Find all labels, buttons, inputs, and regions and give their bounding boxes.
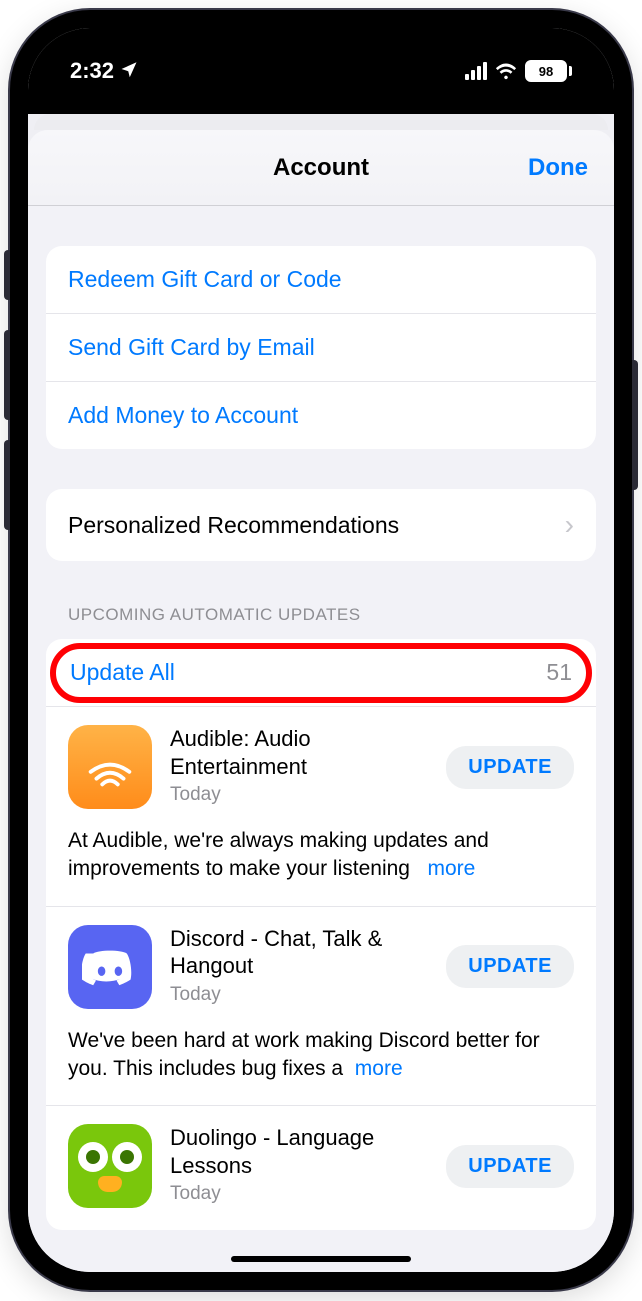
battery-percent: 98 (525, 60, 567, 82)
more-link[interactable]: more (428, 857, 476, 880)
update-all-row[interactable]: Update All 51 (46, 639, 596, 707)
update-button[interactable]: UPDATE (446, 746, 574, 789)
redeem-gift-card-row[interactable]: Redeem Gift Card or Code (46, 246, 596, 314)
iphone-frame: 2:32 98 Account Done (10, 10, 632, 1290)
more-link[interactable]: more (355, 1057, 403, 1080)
screen: 2:32 98 Account Done (28, 28, 614, 1272)
dynamic-island (241, 48, 401, 96)
battery-icon: 98 (525, 60, 572, 82)
update-all-label: Update All (70, 659, 175, 686)
app-row-duolingo: Duolingo - Language Lessons Today UPDATE (46, 1106, 596, 1230)
update-all-count: 51 (546, 659, 572, 686)
app-name: Duolingo - Language Lessons (170, 1124, 428, 1179)
page-title: Account (273, 154, 369, 182)
app-description: At Audible, we're always making updates … (68, 827, 574, 884)
chevron-right-icon: › (565, 509, 574, 541)
app-row-audible: Audible: Audio Entertainment Today UPDAT… (46, 707, 596, 907)
gift-card-section: Redeem Gift Card or Code Send Gift Card … (46, 246, 596, 449)
update-button[interactable]: UPDATE (446, 1145, 574, 1188)
redeem-label: Redeem Gift Card or Code (68, 266, 342, 293)
background-sheet-peek (34, 114, 608, 130)
cellular-icon (465, 62, 487, 80)
send-label: Send Gift Card by Email (68, 334, 315, 361)
app-name: Audible: Audio Entertainment (170, 725, 428, 780)
recommendations-section: Personalized Recommendations › (46, 489, 596, 561)
app-description: We've been hard at work making Discord b… (68, 1027, 574, 1084)
home-indicator[interactable] (231, 1256, 411, 1262)
nav-bar: Account Done (28, 130, 614, 206)
account-sheet: Account Done Redeem Gift Card or Code Se… (28, 130, 614, 1272)
audible-app-icon[interactable] (68, 725, 152, 809)
status-time: 2:32 (70, 58, 114, 84)
add-money-row[interactable]: Add Money to Account (46, 382, 596, 449)
app-row-discord: Discord - Chat, Talk & Hangout Today UPD… (46, 907, 596, 1107)
duolingo-app-icon[interactable] (68, 1124, 152, 1208)
location-icon (120, 58, 138, 84)
wifi-icon (495, 62, 517, 80)
add-money-label: Add Money to Account (68, 402, 298, 429)
recommendations-label: Personalized Recommendations (68, 512, 399, 539)
discord-app-icon[interactable] (68, 925, 152, 1009)
personalized-recommendations-row[interactable]: Personalized Recommendations › (46, 489, 596, 561)
updates-list: Update All 51 Audible: Audio Entertainme… (46, 639, 596, 1230)
app-date: Today (170, 1183, 428, 1205)
app-date: Today (170, 984, 428, 1006)
send-gift-card-row[interactable]: Send Gift Card by Email (46, 314, 596, 382)
app-name: Discord - Chat, Talk & Hangout (170, 925, 428, 980)
updates-section-header: Upcoming Automatic Updates (68, 605, 596, 625)
update-button[interactable]: UPDATE (446, 945, 574, 988)
app-date: Today (170, 784, 428, 806)
done-button[interactable]: Done (528, 154, 588, 182)
